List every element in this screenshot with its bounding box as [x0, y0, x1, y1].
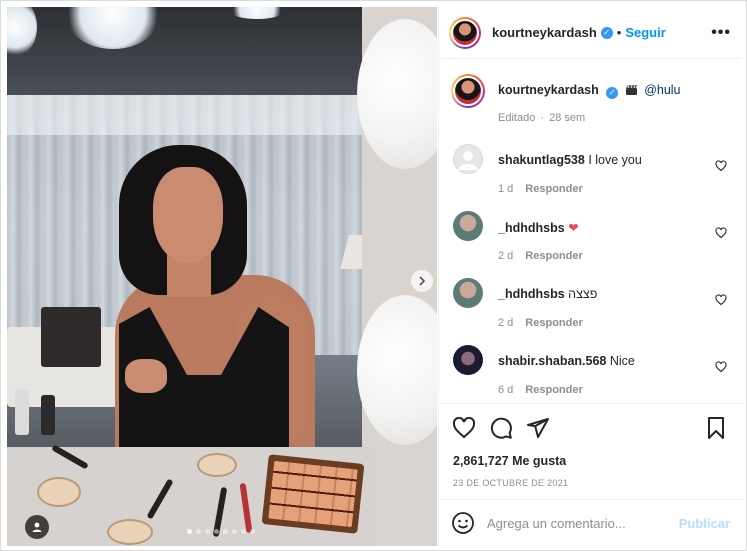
- next-slide-button[interactable]: [411, 270, 433, 292]
- post-username[interactable]: kourtneykardash: [492, 25, 597, 40]
- carousel-indicator: [187, 529, 255, 534]
- avatar[interactable]: [453, 278, 483, 308]
- edited-label: Editado: [498, 112, 536, 124]
- action-bar: 2,861,727 Me gusta 23 DE OCTUBRE DE 2021: [439, 403, 742, 499]
- post-date[interactable]: 23 DE OCTUBRE DE 2021: [453, 478, 568, 488]
- comment-text: פצצה: [568, 287, 598, 301]
- reply-button[interactable]: Responder: [525, 384, 582, 396]
- makeup-compact: [197, 453, 237, 477]
- avatar[interactable]: [453, 345, 483, 375]
- user-tag-icon: [32, 522, 42, 532]
- comment-text: ❤: [568, 221, 579, 235]
- add-comment-bar: Publicar: [439, 499, 742, 546]
- makeup-palette: [261, 454, 365, 534]
- comment-like-heart-icon[interactable]: [715, 160, 727, 172]
- comment-icon[interactable]: [489, 416, 513, 440]
- verified-badge-icon: ✓: [606, 87, 619, 99]
- caption-text: kourtneykardash ✓ @hulu: [498, 83, 681, 99]
- carousel-dot: [205, 529, 210, 534]
- more-horizontal-icon[interactable]: •••: [711, 24, 731, 42]
- post-media[interactable]: [7, 7, 437, 546]
- bottle: [15, 389, 29, 435]
- likes-count[interactable]: 2,861,727 Me gusta: [453, 454, 566, 468]
- comment-username[interactable]: shakuntlag538: [498, 153, 585, 167]
- comment-age: 6 d: [498, 384, 514, 396]
- carousel-dot: [196, 529, 201, 534]
- post-modal: kourtneykardash ✓ • Seguir ••• kourtneyk…: [0, 0, 747, 551]
- post-header: kourtneykardash ✓ • Seguir •••: [439, 7, 741, 59]
- makeup-compact: [107, 519, 153, 545]
- bottle: [41, 395, 55, 435]
- window: [7, 95, 377, 135]
- carousel-dot: [232, 529, 237, 534]
- avatar[interactable]: [453, 144, 483, 174]
- chevron-right-icon: [419, 276, 426, 286]
- pillow: [41, 307, 101, 367]
- bookmark-icon[interactable]: [704, 416, 728, 440]
- reply-button[interactable]: Responder: [525, 250, 582, 262]
- comment-username[interactable]: _hdhdhsbs: [498, 221, 565, 235]
- makeup-compact: [37, 477, 81, 507]
- carousel-dot: [250, 529, 255, 534]
- avatar[interactable]: [449, 16, 481, 49]
- comment-like-heart-icon[interactable]: [715, 294, 727, 306]
- carousel-dot: [187, 529, 192, 534]
- comment-username[interactable]: _hdhdhsbs: [498, 287, 565, 301]
- caption-username[interactable]: kourtneykardash: [498, 83, 599, 97]
- avatar[interactable]: [451, 74, 485, 108]
- carousel-dot: [214, 529, 219, 534]
- smiley-icon[interactable]: [451, 511, 475, 535]
- post-sidebar: kourtneykardash ✓ • Seguir ••• kourtneyk…: [438, 7, 742, 546]
- follow-button[interactable]: Seguir: [625, 25, 665, 40]
- comment-username[interactable]: shabir.shaban.568: [498, 354, 606, 368]
- caption-mention[interactable]: @hulu: [644, 83, 680, 97]
- carousel-dot: [241, 529, 246, 534]
- reply-button[interactable]: Responder: [525, 183, 582, 195]
- comments-list[interactable]: kourtneykardash ✓ @hulu Editado · 28 sem: [439, 60, 742, 400]
- comment-like-heart-icon[interactable]: [715, 361, 727, 373]
- reply-button[interactable]: Responder: [525, 317, 582, 329]
- caption-meta: Editado · 28 sem: [498, 112, 586, 124]
- avatar[interactable]: [453, 211, 483, 241]
- comment-text: I love you: [588, 153, 642, 167]
- verified-badge-icon: ✓: [600, 26, 613, 39]
- comment-age: 1 d: [498, 183, 514, 195]
- send-icon[interactable]: [526, 416, 550, 440]
- carousel-dot: [223, 529, 228, 534]
- comment-input[interactable]: [487, 515, 677, 531]
- separator: •: [616, 25, 622, 40]
- comment-text: Nice: [609, 354, 635, 368]
- user-tag-button[interactable]: [25, 515, 49, 539]
- default-avatar-icon: [458, 151, 478, 170]
- clapperboard-icon: [625, 84, 638, 96]
- person-face: [153, 167, 223, 263]
- publish-button[interactable]: Publicar: [679, 516, 730, 531]
- caption-age: 28 sem: [549, 112, 586, 124]
- person-hand: [125, 359, 167, 393]
- heart-icon[interactable]: [452, 416, 476, 440]
- comment-age: 2 d: [498, 250, 514, 262]
- comment-age: 2 d: [498, 317, 514, 329]
- comment-like-heart-icon[interactable]: [715, 227, 727, 239]
